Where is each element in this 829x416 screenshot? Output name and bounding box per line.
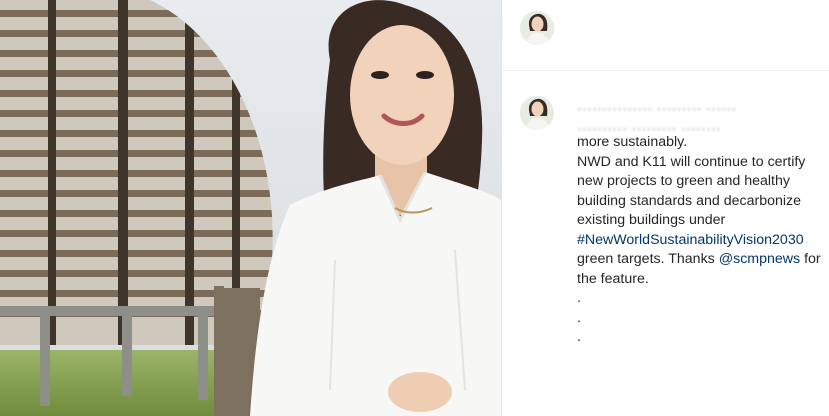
avatar-portrait-icon xyxy=(520,96,554,130)
caption-blurred-line: ··············· ········· ······ xyxy=(577,101,737,117)
post-side-panel: ··············· ········· ······ ·······… xyxy=(502,0,829,416)
caption-text: ··············· ········· ······ ·······… xyxy=(577,100,829,348)
post-header xyxy=(502,0,829,71)
caption-line: existing buildings under xyxy=(577,212,726,228)
avatar-portrait-icon xyxy=(520,11,554,45)
comment-author-avatar[interactable] xyxy=(520,96,554,130)
caption-line: new projects to green and healthy xyxy=(577,173,790,189)
caption-line: NWD and K11 will continue to certify xyxy=(577,153,806,170)
caption-dot: . xyxy=(577,329,581,345)
hashtag-link[interactable]: #NewWorldSustainabilityVision2030 xyxy=(577,232,804,248)
caption-dots: . . . xyxy=(577,289,829,348)
mention-link[interactable]: @scmpnews xyxy=(719,251,800,267)
caption-dot: . xyxy=(577,290,581,306)
caption-dot: . xyxy=(577,309,581,326)
caption-line: the feature. xyxy=(577,270,649,287)
caption-text-fragment: for xyxy=(800,251,821,267)
post-photo-illustration xyxy=(0,0,501,416)
caption-line: building standards and decarbonize xyxy=(577,192,802,209)
author-avatar[interactable] xyxy=(520,11,554,45)
post-photo[interactable] xyxy=(0,0,501,416)
caption-text-fragment: green targets. Thanks xyxy=(577,251,719,267)
caption-blurred-line: ·········· ········· ········ xyxy=(577,120,722,137)
caption-line: green targets. Thanks @scmpnews for xyxy=(577,250,829,270)
